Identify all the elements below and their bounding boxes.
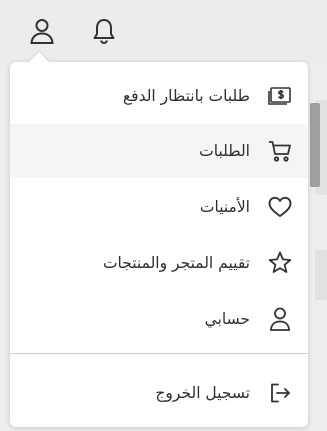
menu-item-label: الطلبات	[199, 142, 250, 160]
menu-item-label: تسجيل الخروج	[155, 384, 250, 402]
page-background-strip	[315, 250, 327, 300]
menu-item-my-account[interactable]: حسابي	[10, 292, 308, 346]
menu-item-wishlist[interactable]: الأمنيات	[10, 180, 308, 234]
bell-icon[interactable]	[90, 14, 118, 48]
menu-item-rate-store[interactable]: تقييم المتجر والمنتجات	[10, 236, 308, 290]
menu-item-orders[interactable]: الطلبات	[10, 124, 308, 178]
heart-icon	[266, 193, 294, 221]
menu-item-label: حسابي	[204, 310, 250, 328]
scrollbar-thumb[interactable]	[310, 103, 320, 187]
payment-icon	[266, 82, 294, 110]
menu-item-label: تقييم المتجر والمنتجات	[102, 254, 250, 272]
top-bar	[0, 0, 327, 62]
account-dropdown-menu: طلبات بانتظار الدفع الطلبات الأمنيات تقي…	[10, 52, 308, 427]
star-icon	[266, 249, 294, 277]
menu-item-label: طلبات بانتظار الدفع	[122, 87, 250, 105]
menu-item-label: الأمنيات	[199, 198, 250, 216]
user-icon[interactable]	[28, 14, 56, 48]
cart-icon	[266, 137, 294, 165]
user-icon	[266, 305, 294, 333]
menu-item-pending-payment[interactable]: طلبات بانتظار الدفع	[10, 69, 308, 123]
menu-divider	[10, 353, 308, 354]
menu-item-logout[interactable]: تسجيل الخروج	[10, 366, 308, 420]
logout-icon	[266, 379, 294, 407]
